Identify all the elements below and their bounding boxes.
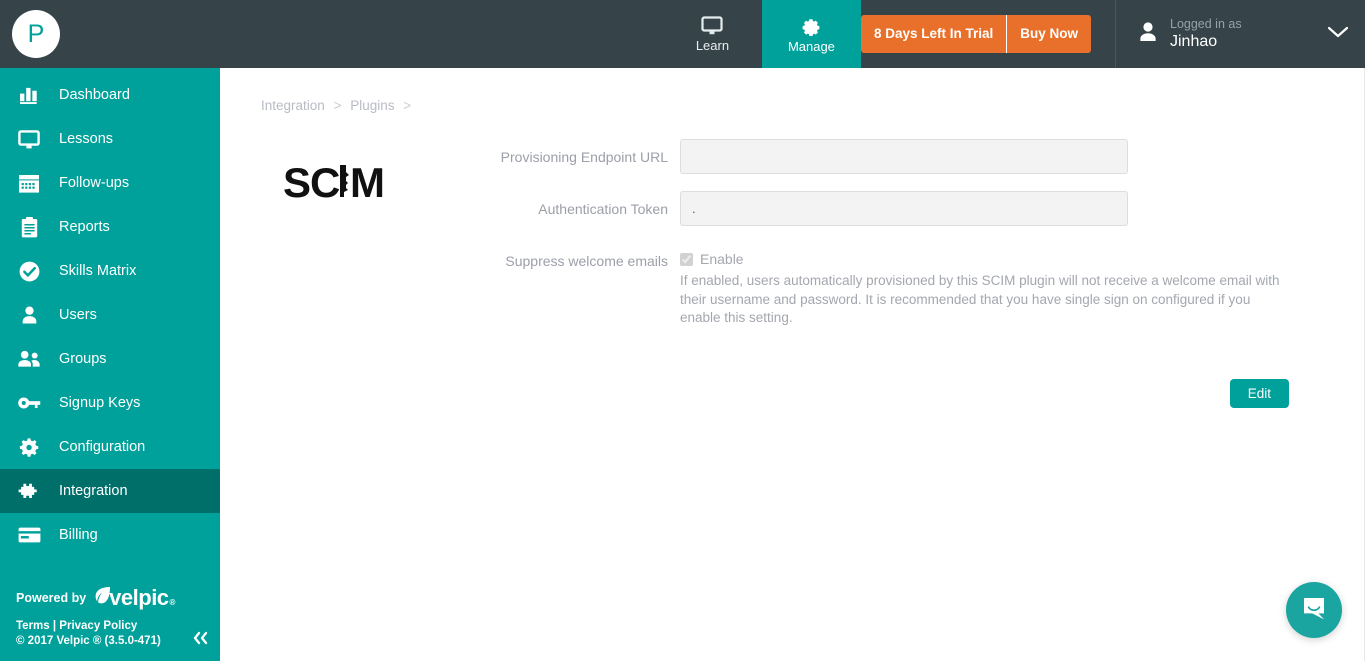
sidebar-item-follow-ups[interactable]: Follow-ups [0,161,220,205]
buy-now-button[interactable]: Buy Now [1007,15,1091,53]
enable-checkbox-label: Enable [700,251,744,267]
main-content: Integration > Plugins > SC M Provisionin… [220,68,1365,661]
breadcrumb-separator: > [403,98,412,113]
tab-manage-label: Manage [787,38,835,54]
check-circle-icon [16,261,42,282]
bar-chart-icon [16,86,42,104]
sidebar-item-label: Billing [59,527,98,543]
tab-learn-label: Learn [695,37,730,53]
registered-mark: ® [169,598,176,607]
sidebar-item-skills-matrix[interactable]: Skills Matrix [0,249,220,293]
footer-link-separator: | [52,620,57,632]
form-row-endpoint: Provisioning Endpoint URL [465,139,1320,174]
brand-avatar[interactable]: P [12,10,60,58]
breadcrumb-item-integration[interactable]: Integration [261,98,325,113]
sidebar-item-label: Configuration [59,439,146,455]
brand-zone: P [0,0,220,68]
logged-in-label: Logged in as [1170,17,1242,31]
sidebar-item-signup-keys[interactable]: Signup Keys [0,381,220,425]
svg-text:M: M [350,159,384,206]
sidebar-item-label: Skills Matrix [59,263,137,279]
sidebar-item-label: Lessons [59,131,114,147]
provisioning-endpoint-input[interactable] [680,139,1128,174]
clipboard-icon [16,216,42,238]
monitor-icon [16,129,42,149]
powered-by-row: Powered by velpic ® [16,585,220,611]
sidebar-item-users[interactable]: Users [0,293,220,337]
breadcrumb-separator: > [333,98,342,113]
calendar-icon [16,174,42,193]
people-icon [16,350,42,368]
trial-banner: 8 Days Left In Trial Buy Now [860,15,1091,53]
tab-manage[interactable]: Manage [761,0,861,68]
privacy-policy-link[interactable]: Privacy Policy [59,620,137,632]
authentication-token-input[interactable] [680,191,1128,226]
form-actions: Edit [465,345,1320,408]
form-row-suppress-emails: Suppress welcome emails Enable If enable… [465,243,1320,328]
velpic-logo: velpic ® [94,585,175,611]
puzzle-icon [16,481,42,501]
suppress-welcome-emails-label: Suppress welcome emails [505,253,668,269]
plugin-form: Provisioning Endpoint URL Authentication… [465,139,1365,408]
sidebar: Dashboard Lessons Follow-ups Reports Ski… [0,68,220,661]
gear-icon [801,15,822,36]
sidebar-item-label: Signup Keys [59,395,141,411]
user-name: Jinhao [1170,33,1218,50]
trial-days-label: 8 Days Left In Trial [861,15,1008,53]
authentication-token-label: Authentication Token [538,201,668,217]
sidebar-item-integration[interactable]: Integration [0,469,220,513]
provisioning-endpoint-control [680,139,1128,174]
scim-logo: SC M [283,155,403,408]
sidebar-item-billing[interactable]: Billing [0,513,220,557]
edit-button[interactable]: Edit [1229,378,1289,408]
sidebar-item-label: Groups [59,351,107,367]
breadcrumb: Integration > Plugins > [220,68,1365,113]
tab-learn[interactable]: Learn [663,0,762,68]
suppress-welcome-emails-help: If enabled, users automatically provisio… [680,273,1280,325]
sidebar-item-label: Follow-ups [59,175,130,191]
enable-checkbox[interactable] [680,252,693,266]
top-bar: P Learn Manage 8 Days Left In Trial Buy … [0,0,1365,68]
sidebar-item-label: Users [59,307,97,323]
credit-card-icon [16,527,42,543]
intercom-launcher[interactable] [1286,582,1342,638]
terms-link[interactable]: Terms [16,620,50,632]
gear-icon [16,437,42,458]
sidebar-item-label: Integration [59,483,128,499]
top-tabs: Learn Manage [663,0,861,68]
user-menu[interactable]: Logged in as Jinhao [1115,0,1365,68]
sidebar-item-label: Dashboard [59,87,130,103]
chevron-down-icon[interactable] [1327,25,1349,44]
key-icon [16,396,42,410]
sidebar-nav-list: Dashboard Lessons Follow-ups Reports Ski… [0,68,220,557]
double-chevron-left-icon[interactable] [190,630,210,649]
user-text: Logged in as Jinhao [1170,16,1315,52]
form-row-token: Authentication Token [465,191,1320,226]
suppress-welcome-emails-control: Enable If enabled, users automatically p… [680,243,1320,328]
svg-text:SC: SC [283,159,340,206]
sidebar-item-configuration[interactable]: Configuration [0,425,220,469]
plugin-logo-column: SC M [220,139,465,408]
authentication-token-control [680,191,1128,226]
enable-checkbox-row: Enable [680,243,1320,267]
sidebar-item-dashboard[interactable]: Dashboard [0,73,220,117]
velpic-wordmark: velpic [109,585,169,610]
sidebar-item-reports[interactable]: Reports [0,205,220,249]
plugin-settings-panel: SC M Provisioning Endpoint URL Authentic… [220,113,1365,408]
sidebar-item-groups[interactable]: Groups [0,337,220,381]
sidebar-footer: Powered by velpic ® Terms | Privacy Poli… [0,585,220,661]
breadcrumb-item-plugins[interactable]: Plugins [350,98,394,113]
sidebar-item-lessons[interactable]: Lessons [0,117,220,161]
provisioning-endpoint-label: Provisioning Endpoint URL [500,149,668,165]
powered-by-label: Powered by [16,591,87,605]
person-icon [1138,21,1158,48]
person-icon [16,305,42,325]
sidebar-item-label: Reports [59,219,110,235]
app-root: P Learn Manage 8 Days Left In Trial Buy … [0,0,1365,661]
chat-bubble-icon [1300,594,1328,627]
monitor-icon [701,15,724,35]
velpic-leaf-icon [94,585,111,611]
